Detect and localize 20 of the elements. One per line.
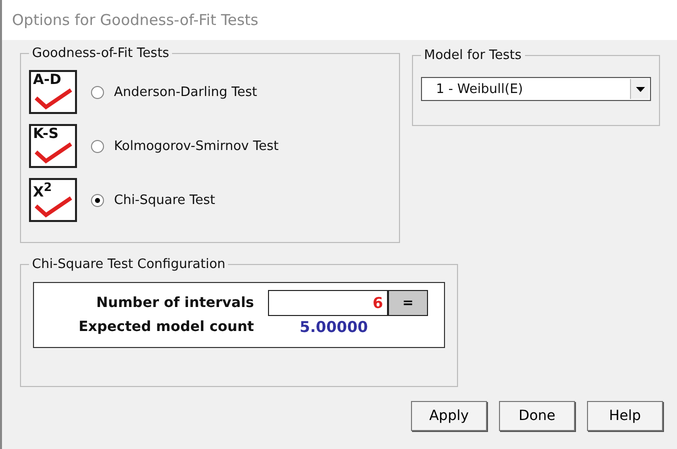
expected-count-label: Expected model count — [78, 319, 254, 335]
equals-button[interactable]: = — [388, 290, 428, 316]
test-radio[interactable]: Anderson-Darling Test — [91, 84, 258, 100]
test-check-icon: K-S — [29, 124, 77, 168]
dropdown-arrow-icon — [636, 86, 644, 92]
test-radio[interactable]: Chi-Square Test — [91, 192, 216, 208]
dialog-button[interactable]: Done — [499, 401, 575, 431]
test-check-icon: A-D — [29, 70, 77, 114]
test-radio[interactable]: Kolmogorov-Smirnov Test — [91, 138, 279, 154]
intervals-field[interactable]: 6 — [268, 290, 388, 316]
intervals-label: Number of intervals — [95, 295, 254, 311]
window-title: Options for Goodness-of-Fit Tests — [12, 11, 258, 29]
model-dropdown[interactable]: 1 - Weibull(E) — [421, 77, 651, 101]
dialog-button[interactable]: Help — [587, 401, 663, 431]
dialog-button[interactable]: Apply — [411, 401, 487, 431]
group-title: Chi-Square Test Configuration — [31, 257, 226, 272]
group-title: Model for Tests — [423, 48, 523, 63]
test-check-icon: X$^{2}$ — [29, 178, 77, 222]
expected-count-value: 5.00000 — [298, 318, 368, 336]
group-title: Goodness-of-Fit Tests — [31, 46, 170, 61]
